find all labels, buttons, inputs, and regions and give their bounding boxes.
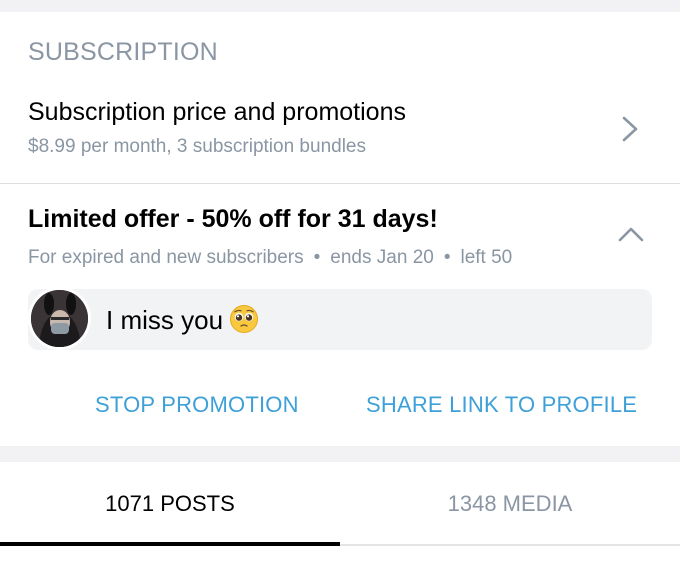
subscription-row-title: Subscription price and promotions: [28, 98, 406, 126]
chevron-right-icon: [622, 116, 638, 142]
profile-tabs: 1071 POSTS 1348 MEDIA: [0, 462, 680, 568]
tab-posts[interactable]: 1071 POSTS: [0, 462, 340, 546]
subscription-price-row[interactable]: Subscription price and promotions $8.99 …: [0, 84, 680, 170]
avatar-photo-icon: [31, 290, 88, 347]
tab-media[interactable]: 1348 MEDIA: [340, 462, 680, 546]
separator-dot: •: [443, 247, 451, 268]
stop-promotion-button[interactable]: STOP PROMOTION: [95, 392, 299, 418]
active-tab-indicator: [0, 542, 340, 546]
subscription-row-description: $8.99 per month, 3 subscription bundles: [28, 136, 366, 157]
avatar[interactable]: [28, 287, 91, 350]
offer-title: Limited offer - 50% off for 31 days!: [28, 205, 438, 233]
offer-meta: For expired and new subscribers • ends Jan…: [28, 247, 512, 269]
pleading-face-emoji-icon: [230, 305, 259, 333]
promotion-message: I miss you: [106, 304, 259, 336]
offer-left: left 50: [460, 247, 513, 268]
offer-audience: For expired and new subscribers: [28, 247, 304, 268]
chevron-up-icon[interactable]: [616, 222, 646, 246]
divider: [0, 183, 680, 184]
offer-ends: ends Jan 20: [330, 247, 434, 268]
message-text: I miss you: [106, 305, 224, 335]
tab-baseline: [340, 544, 680, 546]
separator-dot: •: [313, 247, 321, 268]
section-title: SUBSCRIPTION: [28, 38, 218, 66]
share-link-button[interactable]: SHARE LINK TO PROFILE: [366, 392, 637, 418]
avatar-image: [31, 290, 88, 347]
